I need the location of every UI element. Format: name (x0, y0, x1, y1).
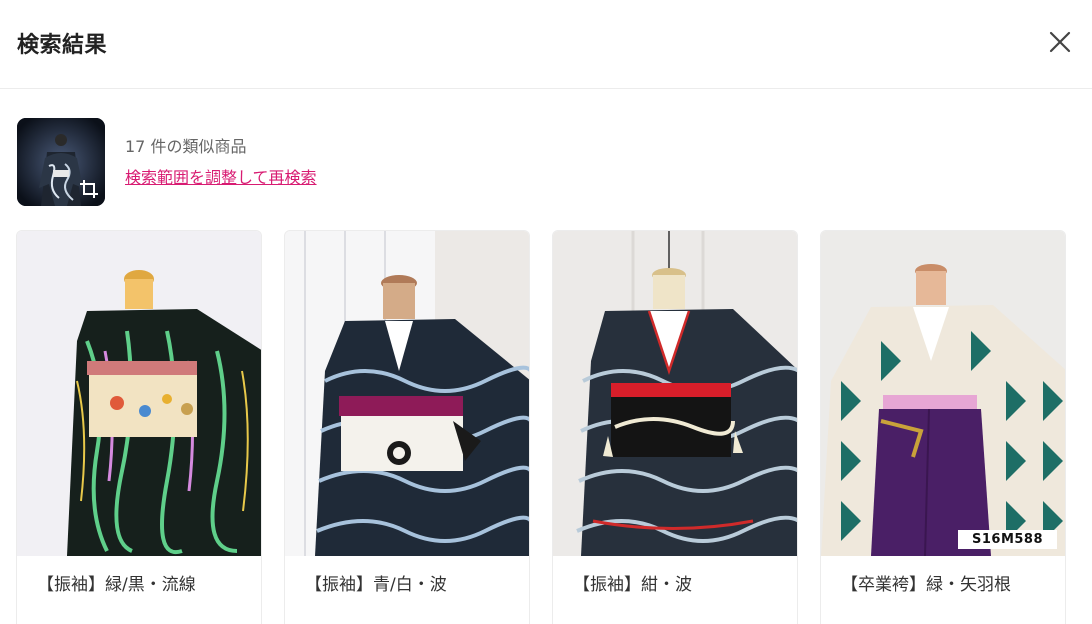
similar-count-text: 17 件の類似商品 (125, 137, 247, 156)
result-card[interactable]: 【振袖】青/白・波 (284, 230, 530, 624)
result-card[interactable]: 【振袖】緑/黒・流線 (16, 230, 262, 624)
dialog-header: 検索結果 (0, 0, 1092, 89)
close-icon (1049, 31, 1071, 53)
refine-search-link[interactable]: 検索範囲を調整して再検索 (125, 167, 317, 189)
close-button[interactable] (1043, 25, 1077, 59)
product-code-badge: S16M588 (958, 530, 1057, 549)
product-name: 【振袖】緑/黒・流線 (37, 575, 196, 595)
product-name: 【振袖】紺・波 (573, 575, 692, 595)
dialog-title: 検索結果 (17, 33, 108, 58)
search-info: 17 件の類似商品 検索範囲を調整して再検索 (125, 136, 317, 189)
product-image (17, 231, 261, 556)
query-thumbnail[interactable] (17, 118, 105, 206)
product-image (821, 231, 1065, 556)
result-card[interactable]: 【振袖】紺・波 (552, 230, 798, 624)
product-name: 【振袖】青/白・波 (305, 575, 447, 595)
result-card[interactable]: S16M588 【卒業袴】緑・矢羽根 (820, 230, 1066, 624)
product-image (285, 231, 529, 556)
product-image (553, 231, 797, 556)
product-name: 【卒業袴】緑・矢羽根 (841, 575, 1011, 595)
